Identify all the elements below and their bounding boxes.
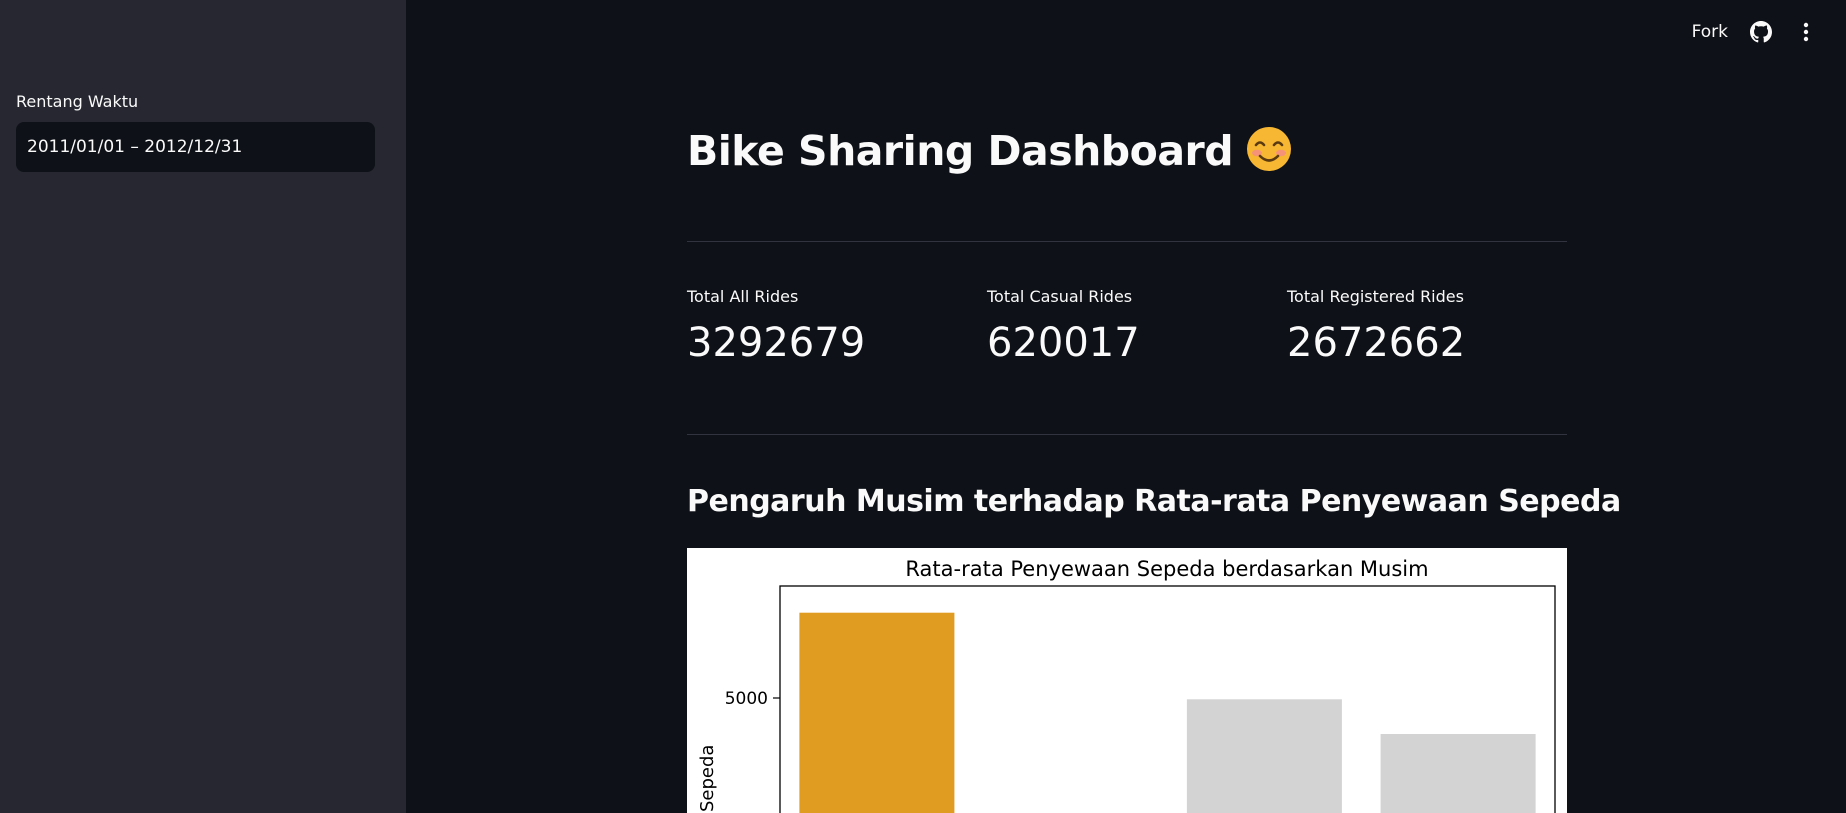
chart-bar xyxy=(1186,699,1342,813)
metric-total-registered-rides: Total Registered Rides 2672662 xyxy=(1287,287,1465,366)
more-options-icon[interactable] xyxy=(1796,21,1816,43)
smiling-face-emoji-icon xyxy=(1247,127,1292,171)
section-subheader: Pengaruh Musim terhadap Rata-rata Penyew… xyxy=(687,484,1621,519)
metric-label: Total Registered Rides xyxy=(1287,287,1464,306)
github-icon[interactable] xyxy=(1750,21,1772,43)
divider-bottom xyxy=(687,434,1567,435)
chart-title: Rata-rata Penyewaan Sepeda berdasarkan M… xyxy=(905,557,1428,581)
page-title: Bike Sharing Dashboard xyxy=(687,125,1293,175)
date-range-input[interactable]: 2011/01/01 – 2012/12/31 xyxy=(16,122,375,172)
fork-button[interactable]: Fork xyxy=(1692,22,1728,42)
season-bar-chart: Rata-rata Penyewaan Sepeda berdasarkan M… xyxy=(687,548,1567,813)
chart-ylabel: Sepeda xyxy=(697,745,718,812)
divider-top xyxy=(687,241,1567,242)
chart-bar xyxy=(1380,734,1536,813)
y-tick-label: 5000 xyxy=(725,689,768,709)
metric-value: 2672662 xyxy=(1287,320,1466,366)
metric-value: 3292679 xyxy=(687,320,866,366)
chart-bar xyxy=(799,612,955,813)
sidebar: Rentang Waktu 2011/01/01 – 2012/12/31 xyxy=(0,0,406,813)
date-range-label: Rentang Waktu xyxy=(16,92,139,111)
metric-label: Total Casual Rides xyxy=(987,287,1133,306)
chart-svg: Rata-rata Penyewaan Sepeda berdasarkan M… xyxy=(697,557,1556,813)
metric-label: Total All Rides xyxy=(687,287,799,306)
metric-total-casual-rides: Total Casual Rides 620017 xyxy=(987,287,1140,366)
app: Rentang Waktu 2011/01/01 – 2012/12/31 Fo… xyxy=(0,0,1846,813)
metric-value: 620017 xyxy=(987,320,1140,366)
main-content: Bike Sharing Dashboard Total All Rides 3… xyxy=(687,0,1621,813)
metric-total-all-rides: Total All Rides 3292679 xyxy=(687,287,865,366)
toolbar: Fork xyxy=(1692,18,1846,46)
page-title-text: Bike Sharing Dashboard xyxy=(687,127,1234,175)
